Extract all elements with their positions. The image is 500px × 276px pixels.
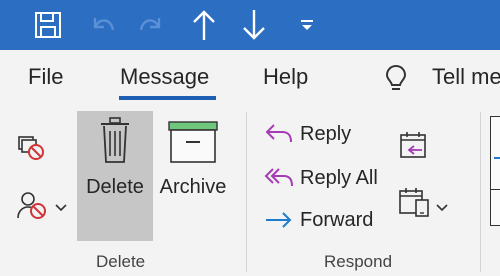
quick-access-toolbar [0, 0, 500, 50]
customize-toolbar-icon[interactable] [294, 0, 320, 50]
archive-icon [168, 121, 218, 163]
trash-icon [101, 117, 129, 163]
reply-label: Reply [300, 122, 352, 145]
delete-button[interactable]: Delete [77, 116, 153, 199]
junk-dropdown-chevron-icon[interactable] [55, 200, 67, 218]
reply-all-icon [264, 168, 293, 187]
save-icon[interactable] [28, 0, 68, 50]
forward-button[interactable]: Forward [264, 206, 373, 234]
delete-group-label: Delete [96, 252, 146, 271]
redo-icon[interactable] [132, 0, 172, 50]
up-arrow-icon[interactable] [186, 0, 222, 50]
ribbon-tabs: File Message Help Tell me [0, 50, 500, 102]
ignore-icon [18, 136, 44, 160]
archive-button[interactable]: Archive [156, 120, 230, 199]
junk-button[interactable] [16, 190, 50, 220]
group-separator [480, 112, 481, 272]
quick-step-indicator [494, 157, 500, 159]
more-respond-button[interactable] [398, 186, 432, 218]
quick-steps-gallery[interactable] [490, 116, 500, 226]
forward-label: Forward [300, 208, 374, 231]
forward-arrow-icon [266, 212, 292, 228]
reply-with-meeting-button[interactable] [398, 130, 430, 162]
calendar-reply-icon [400, 132, 426, 158]
gallery-divider [491, 189, 500, 190]
block-sender-icon [17, 192, 46, 219]
lightbulb-icon [384, 63, 408, 98]
tab-message[interactable]: Message [120, 64, 209, 90]
more-respond-chevron-icon[interactable] [436, 200, 448, 218]
active-tab-indicator [119, 96, 216, 100]
down-arrow-icon[interactable] [236, 0, 272, 50]
reply-all-label: Reply All [300, 166, 378, 189]
ignore-button[interactable] [16, 134, 46, 162]
reply-all-button[interactable]: Reply All [264, 164, 378, 192]
tab-file[interactable]: File [28, 64, 63, 90]
group-separator [246, 112, 247, 272]
tab-help[interactable]: Help [263, 64, 308, 90]
respond-group-label: Respond [324, 252, 393, 271]
undo-icon[interactable] [82, 0, 122, 50]
calendar-device-icon [399, 188, 429, 217]
archive-button-label: Archive [159, 176, 227, 198]
delete-button-label: Delete [86, 176, 144, 198]
reply-button[interactable]: Reply [264, 120, 351, 148]
tell-me-box[interactable]: Tell me [432, 64, 500, 90]
reply-icon [265, 124, 292, 143]
